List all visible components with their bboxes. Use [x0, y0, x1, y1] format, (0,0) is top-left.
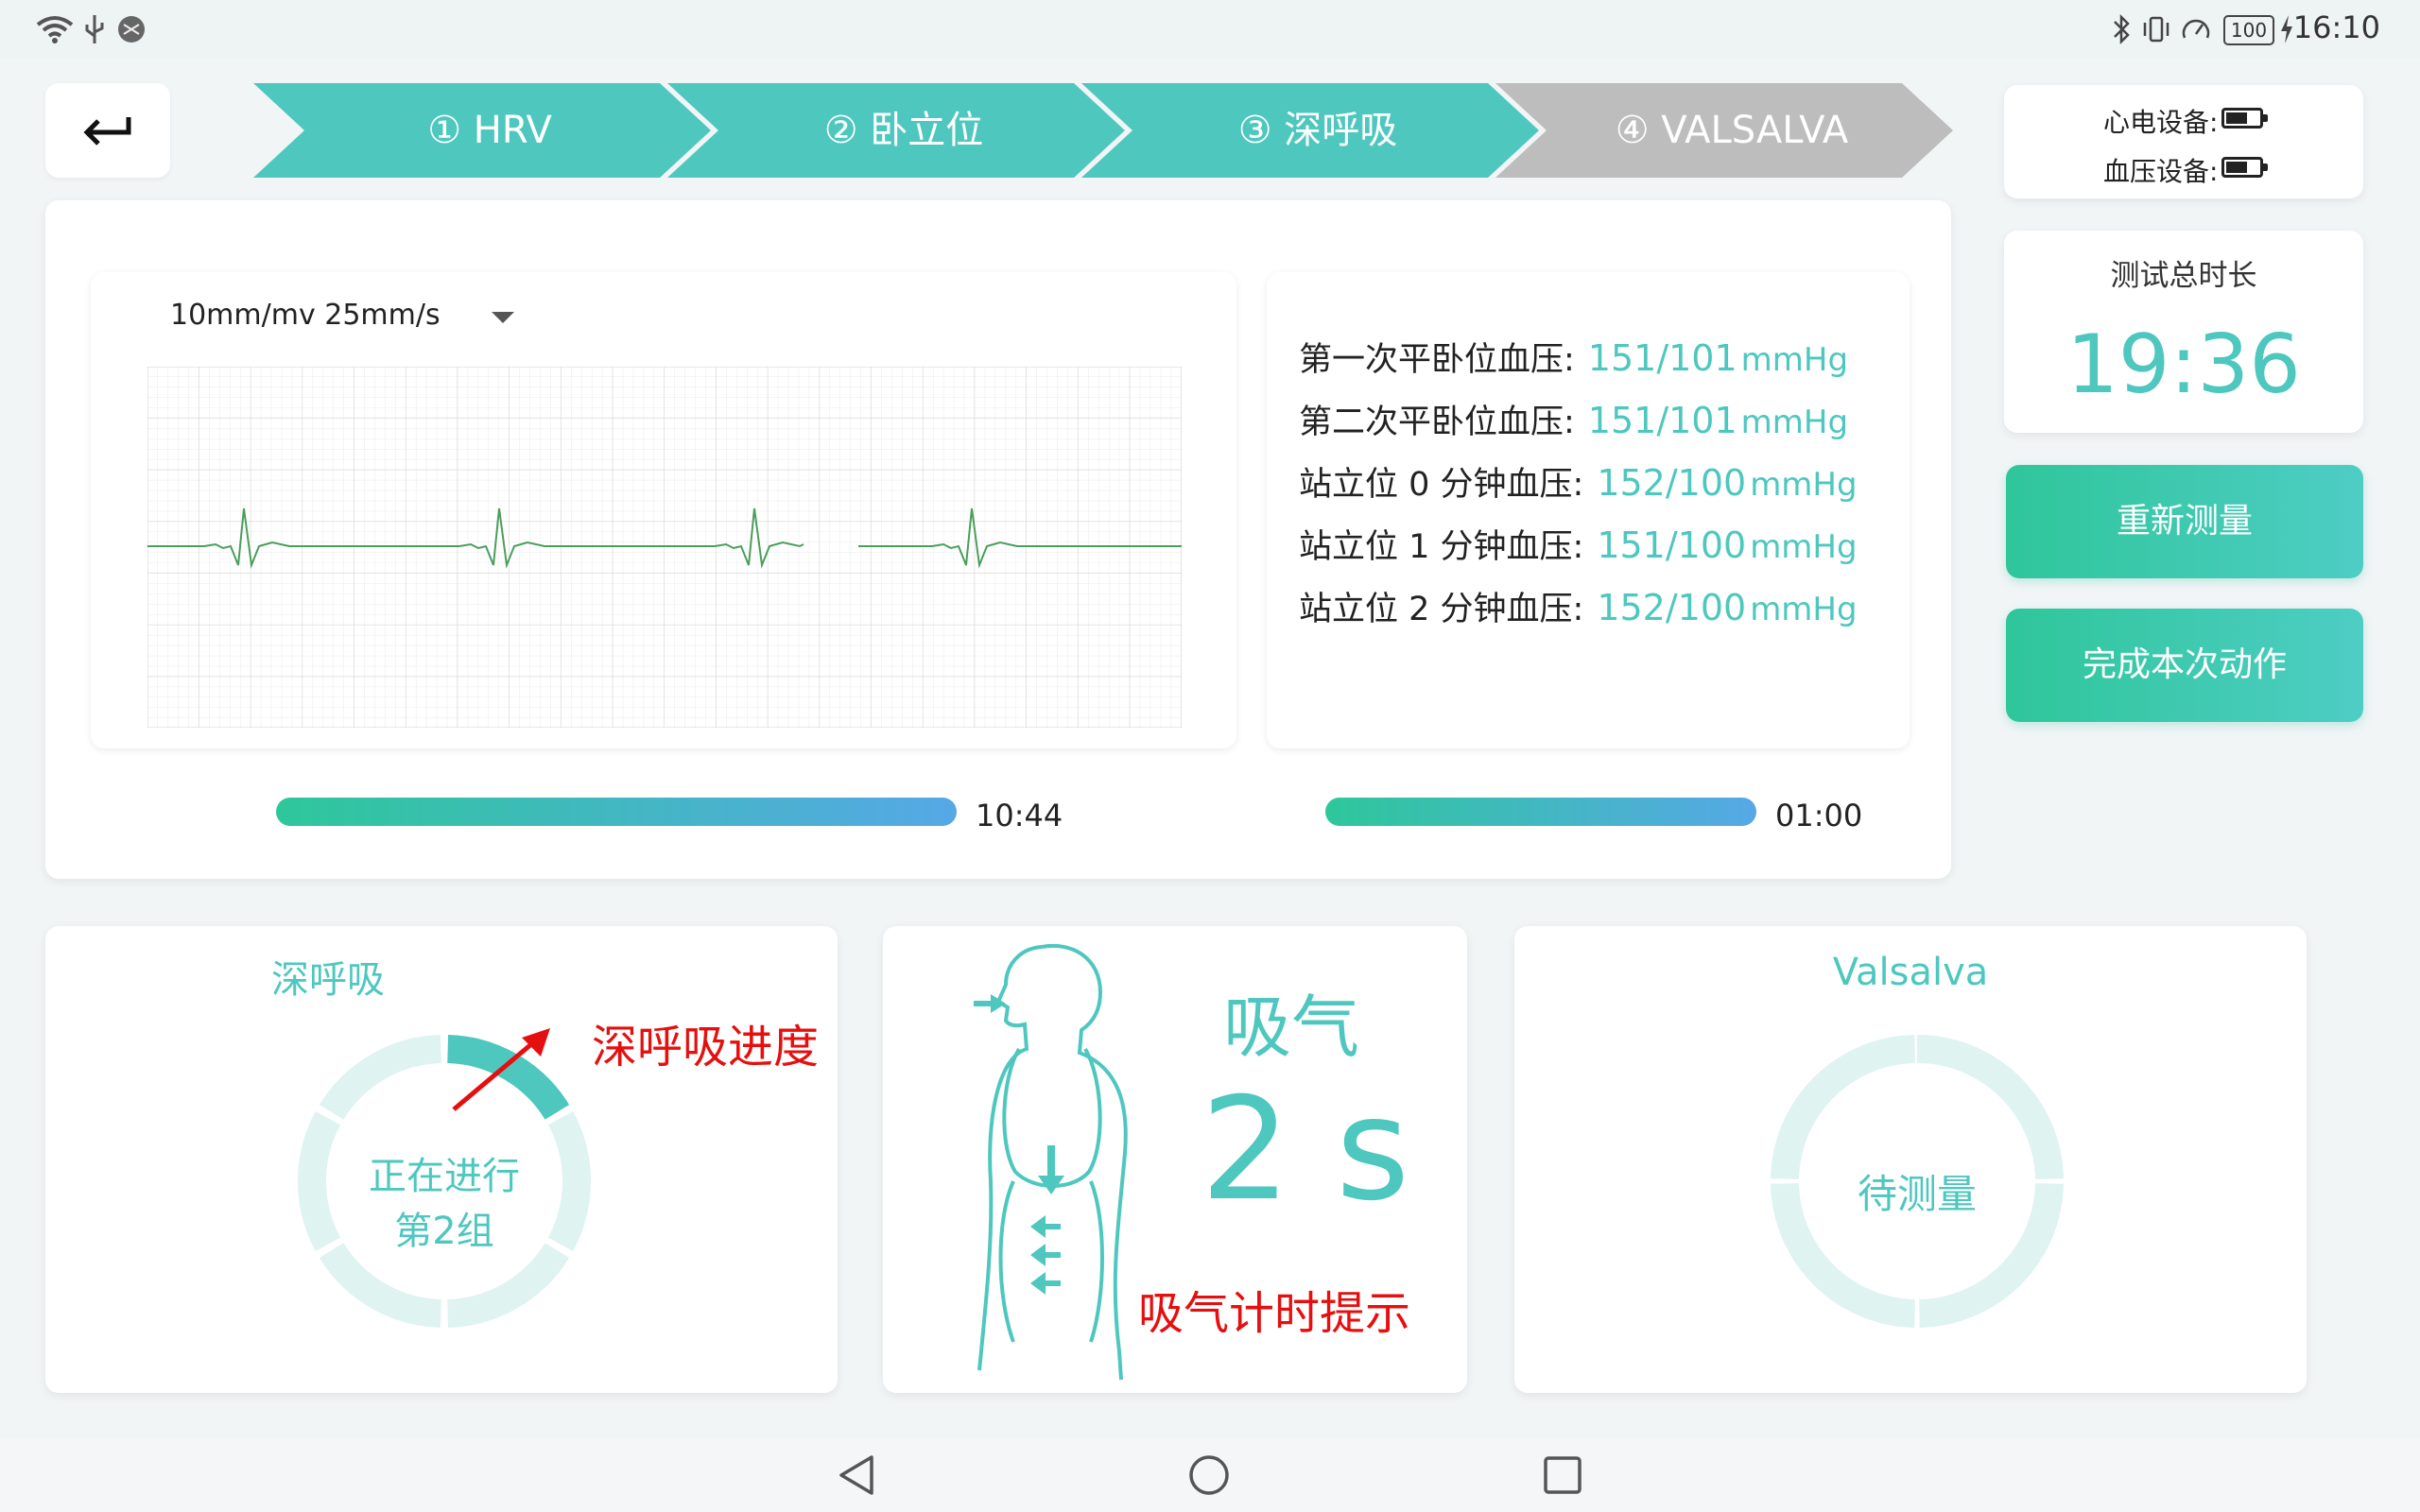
ring-segment [1916, 1035, 2064, 1180]
step-hrv[interactable]: ① HRV [253, 83, 711, 178]
total-duration-value: 19:36 [2066, 318, 2301, 412]
app-icon [118, 16, 145, 43]
system-nav-bar [0, 1438, 2420, 1512]
bp-unit: mmHg [1750, 466, 1858, 504]
home-circle-icon[interactable] [1187, 1453, 1231, 1497]
bp-unit: mmHg [1750, 528, 1858, 566]
step-lying-standing[interactable]: ② 卧立位 [667, 83, 1125, 178]
breath-phase: 吸气 [1223, 988, 1360, 1067]
bp-value: 151/101 [1587, 400, 1737, 441]
bp-value: 152/100 [1597, 462, 1747, 504]
bp-value: 151/101 [1587, 337, 1737, 379]
back-button[interactable] [45, 83, 170, 178]
bp-value: 151/100 [1597, 524, 1747, 566]
ring-segment [446, 1243, 570, 1328]
valsalva-status: 待测量 [1857, 1171, 1977, 1217]
bp-label: 第二次平卧位血压: [1299, 404, 1575, 441]
dropdown-caret-icon[interactable] [492, 312, 514, 323]
battery-indicator: 100 [2223, 15, 2274, 45]
bp-device-label: 血压设备: [2103, 156, 2219, 187]
bp-unit: mmHg [1750, 591, 1858, 628]
bp-label: 站立位 0 分钟血压: [1299, 466, 1584, 504]
breath-countdown: 2 s [1201, 1068, 1410, 1232]
complete-action-button[interactable]: 完成本次动作 [2006, 609, 2363, 722]
step-label: ③ 深呼吸 [1237, 109, 1398, 152]
ring-segment [319, 1243, 442, 1328]
bp-progress-time: 01:00 [1775, 798, 1863, 833]
blood-pressure-panel: 第一次平卧位血压: 151/101 mmHg 第二次平卧位血压: 151/101 mmH… [1267, 272, 1910, 748]
deep-breath-status-line2: 第2组 [394, 1210, 494, 1253]
valsalva-title: Valsalva [1832, 951, 1989, 994]
valsalva-card: Valsalva 待测量 [1514, 926, 2307, 1393]
breathing-body-icon [974, 943, 1128, 1381]
step-label: ④ VALSALVA [1615, 109, 1849, 152]
total-duration-label: 测试总时长 [2110, 259, 2257, 293]
step-deep-breath[interactable]: ③ 深呼吸 [1081, 83, 1539, 178]
deep-breath-annotation: 深呼吸进度 [592, 1021, 820, 1074]
ring-segment [1771, 1035, 1916, 1180]
total-duration-panel: 测试总时长 19:36 [2004, 231, 2363, 433]
recents-square-icon[interactable] [1541, 1453, 1584, 1497]
bp-unit: mmHg [1740, 341, 1849, 379]
vibrate-icon [2143, 16, 2169, 43]
status-bar: 100 16:10 [0, 0, 2420, 59]
status-time: 16:10 [2292, 9, 2380, 45]
wifi-icon [36, 16, 74, 43]
bp-row: 站立位 1 分钟血压: 151/100 mmHg [1299, 520, 1858, 568]
back-triangle-icon[interactable] [836, 1453, 879, 1497]
step-label: ② 卧立位 [823, 109, 984, 152]
bluetooth-icon [2114, 13, 2130, 45]
bp-label: 站立位 1 分钟血压: [1299, 528, 1584, 566]
bp-progress-bar [1325, 798, 1756, 826]
bp-label: 站立位 2 分钟血压: [1299, 591, 1584, 628]
back-arrow-icon [83, 117, 131, 146]
deep-breath-status-line1: 正在进行 [369, 1155, 520, 1198]
bp-row: 第一次平卧位血压: 151/101 mmHg [1299, 333, 1848, 381]
step-label: ① HRV [427, 109, 552, 152]
step-valsalva[interactable]: ④ VALSALVA [1495, 83, 1953, 178]
bp-row: 第二次平卧位血压: 151/101 mmHg [1299, 395, 1848, 443]
ring-segment [319, 1035, 442, 1120]
bp-row: 站立位 2 分钟血压: 152/100 mmHg [1299, 582, 1858, 630]
ecg-chart [147, 367, 1182, 728]
breath-annotation: 吸气计时提示 [1138, 1287, 1411, 1340]
ecg-device-label: 心电设备: [2103, 107, 2219, 138]
ecg-device-battery-icon [2221, 108, 2268, 129]
speed-icon [2182, 19, 2210, 39]
ecg-progress-bar [276, 798, 957, 826]
breath-guide-card: 吸气 2 s 吸气计时提示 [883, 926, 1467, 1393]
bp-row: 站立位 0 分钟血压: 152/100 mmHg [1299, 457, 1858, 506]
deep-breath-card: 深呼吸 正在进行 第2组 深呼吸进度 [45, 926, 838, 1393]
bp-label: 第一次平卧位血压: [1299, 341, 1575, 379]
bp-value: 152/100 [1597, 587, 1747, 628]
bp-unit: mmHg [1740, 404, 1849, 441]
usb-icon [85, 15, 104, 43]
device-status-panel: 心电设备: 血压设备: [2004, 85, 2363, 198]
ecg-progress-time: 10:44 [976, 798, 1063, 833]
annotation-arrow-icon [452, 1028, 550, 1111]
remeasure-button[interactable]: 重新测量 [2006, 465, 2363, 578]
deep-breath-title: 深呼吸 [271, 958, 385, 1002]
ecg-speed-select[interactable]: 10mm/mv 25mm/s [170, 299, 441, 332]
ecg-panel: 10mm/mv 25mm/s [91, 272, 1236, 748]
bp-device-battery-icon [2221, 157, 2268, 178]
